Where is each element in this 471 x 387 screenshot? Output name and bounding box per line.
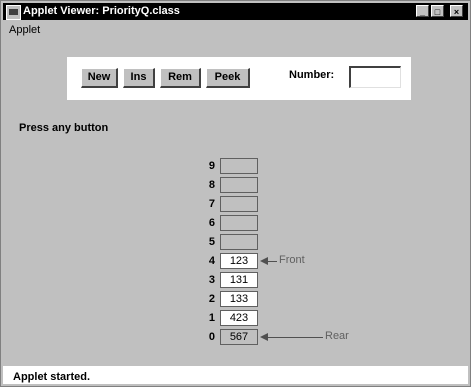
remove-button[interactable]: Rem [160, 68, 201, 88]
queue-slot: 423 [220, 310, 258, 326]
control-panel: New Ins Rem Peek Number: [67, 57, 411, 100]
queue-slot [220, 215, 258, 231]
queue-slot: 133 [220, 291, 258, 307]
menu-applet[interactable]: Applet [9, 21, 40, 39]
maximize-button[interactable]: □ [431, 5, 444, 17]
front-label: Front [279, 254, 305, 266]
close-button[interactable]: × [450, 5, 463, 17]
slot-index: 7 [208, 198, 215, 210]
window-title: Applet Viewer: PriorityQ.class [23, 5, 180, 17]
slot-index: 5 [208, 236, 215, 248]
new-button[interactable]: New [81, 68, 118, 88]
rear-label: Rear [325, 330, 349, 342]
slot-index: 9 [208, 160, 215, 172]
app-icon[interactable] [6, 5, 21, 20]
slot-index: 3 [208, 274, 215, 286]
slot-index: 8 [208, 179, 215, 191]
status-text: Applet started. [13, 371, 91, 383]
menu-bar: Applet [3, 21, 468, 39]
status-bar: Applet started. [3, 366, 468, 384]
peek-button[interactable]: Peek [206, 68, 250, 88]
title-bar[interactable]: Applet Viewer: PriorityQ.class _ □ × [3, 3, 468, 20]
front-arrow-line [267, 261, 277, 262]
number-label: Number: [289, 69, 335, 81]
queue-slot [220, 177, 258, 193]
slot-index: 0 [208, 331, 215, 343]
number-input[interactable] [349, 66, 401, 88]
rear-arrow-line [267, 337, 323, 338]
queue-slot [220, 158, 258, 174]
queue-slot [220, 196, 258, 212]
queue-slot: 131 [220, 272, 258, 288]
applet-viewer-window: Applet Viewer: PriorityQ.class _ □ × App… [0, 0, 471, 387]
slot-index: 2 [208, 293, 215, 305]
status-message: Press any button [19, 122, 109, 134]
queue-slot-rear: 567 [220, 329, 258, 345]
slot-index: 1 [208, 312, 215, 324]
slot-index: 4 [208, 255, 215, 267]
minimize-button[interactable]: _ [416, 5, 429, 17]
queue-slot [220, 234, 258, 250]
insert-button[interactable]: Ins [123, 68, 155, 88]
queue-slot-front: 123 [220, 253, 258, 269]
slot-index: 6 [208, 217, 215, 229]
